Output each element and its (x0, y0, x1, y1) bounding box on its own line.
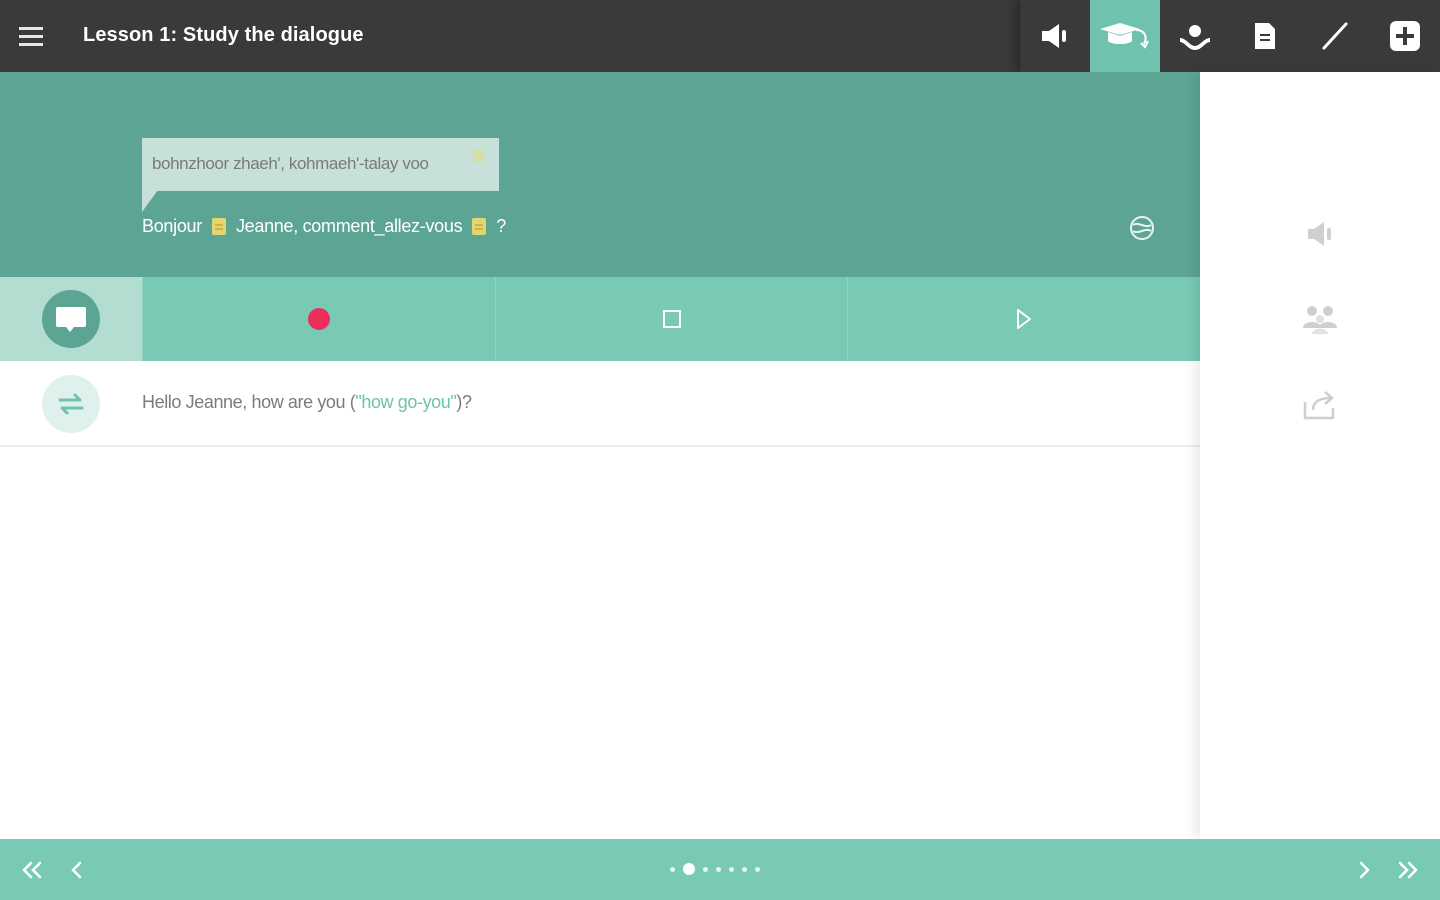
double-chevron-right-icon (1398, 861, 1418, 879)
literal-translation: "how go-you" (355, 392, 457, 412)
practice-tool-button[interactable] (1160, 0, 1230, 72)
word-phrase[interactable]: Jeanne, comment_allez-vous (236, 216, 463, 237)
word-question-mark: ? (496, 216, 506, 236)
first-page-button[interactable] (17, 855, 47, 885)
speech-toggle-cell (0, 277, 142, 361)
translation-text: Hello Jeanne, how are you ("how go-you")… (142, 392, 472, 413)
document-icon (1255, 23, 1275, 49)
play-icon (1017, 309, 1032, 329)
page-dot[interactable] (670, 866, 675, 872)
page-dot[interactable] (703, 866, 708, 872)
people-group-icon (1303, 306, 1337, 334)
page-indicator (670, 863, 760, 875)
hamburger-icon (19, 27, 43, 46)
next-page-button[interactable] (1349, 855, 1379, 885)
chevron-right-icon (1359, 861, 1370, 879)
record-icon (307, 308, 330, 330)
swap-arrows-icon (58, 393, 84, 415)
french-sentence: Bonjour Jeanne, comment_allez-vous ? (142, 216, 506, 237)
note-icon[interactable] (472, 218, 487, 235)
page-dot[interactable] (716, 866, 721, 872)
plus-box-icon (1390, 21, 1420, 51)
dialogue-panel: bohnzhoor zhaeh', kohmaeh'-talay voo Bon… (0, 72, 1200, 277)
record-button[interactable] (142, 277, 495, 361)
recording-controls (0, 277, 1200, 361)
translation-suffix: )? (456, 392, 472, 412)
stop-icon (662, 310, 681, 328)
toolbar (1020, 0, 1440, 72)
write-tool-button[interactable] (1300, 0, 1370, 72)
audio-tool-button[interactable] (1020, 0, 1090, 72)
pen-icon (1322, 22, 1348, 50)
lesson-tool-button[interactable] (1090, 0, 1160, 72)
stop-button[interactable] (494, 277, 848, 361)
phonetic-text: bohnzhoor zhaeh', kohmaeh'-talay voo (152, 154, 429, 173)
speaker-icon (1042, 24, 1066, 48)
hand-coin-icon (1180, 25, 1210, 50)
page-dot[interactable] (729, 866, 734, 872)
chat-bubble-icon (56, 307, 86, 332)
page-dot[interactable] (755, 866, 760, 872)
globe-translate-icon[interactable] (1128, 214, 1156, 242)
double-chevron-left-icon (22, 861, 42, 879)
phonetic-bubble[interactable]: bohnzhoor zhaeh', kohmaeh'-talay voo (142, 138, 499, 191)
audio-side-button[interactable] (1300, 214, 1340, 254)
previous-page-button[interactable] (62, 855, 92, 885)
page-dot[interactable] (683, 863, 695, 875)
share-arrow-icon (1303, 391, 1335, 420)
page-title: Lesson 1: Study the dialogue (83, 24, 364, 46)
top-app-bar: Lesson 1: Study the dialogue (0, 0, 1440, 72)
translation-prefix: Hello Jeanne, how are you ( (142, 392, 356, 412)
note-marker-icon (473, 150, 483, 162)
bottom-navigation (0, 839, 1440, 900)
share-side-button[interactable] (1300, 385, 1340, 425)
group-side-button[interactable] (1300, 299, 1340, 339)
play-button[interactable] (847, 277, 1200, 361)
word-bonjour[interactable]: Bonjour (142, 216, 202, 237)
last-page-button[interactable] (1393, 855, 1423, 885)
add-tool-button[interactable] (1370, 0, 1440, 72)
chevron-left-icon (71, 861, 82, 879)
side-panel (1200, 72, 1440, 839)
notes-tool-button[interactable] (1230, 0, 1300, 72)
bubble-tail (142, 190, 158, 212)
graduation-cap-icon (1100, 23, 1149, 49)
speaker-icon (1308, 222, 1331, 246)
note-icon[interactable] (211, 218, 226, 235)
speech-toggle-button[interactable] (42, 290, 100, 348)
translation-row: Hello Jeanne, how are you ("how go-you")… (0, 361, 1200, 447)
page-dot[interactable] (742, 866, 747, 872)
menu-button[interactable] (12, 18, 50, 54)
swap-language-button[interactable] (42, 375, 100, 433)
